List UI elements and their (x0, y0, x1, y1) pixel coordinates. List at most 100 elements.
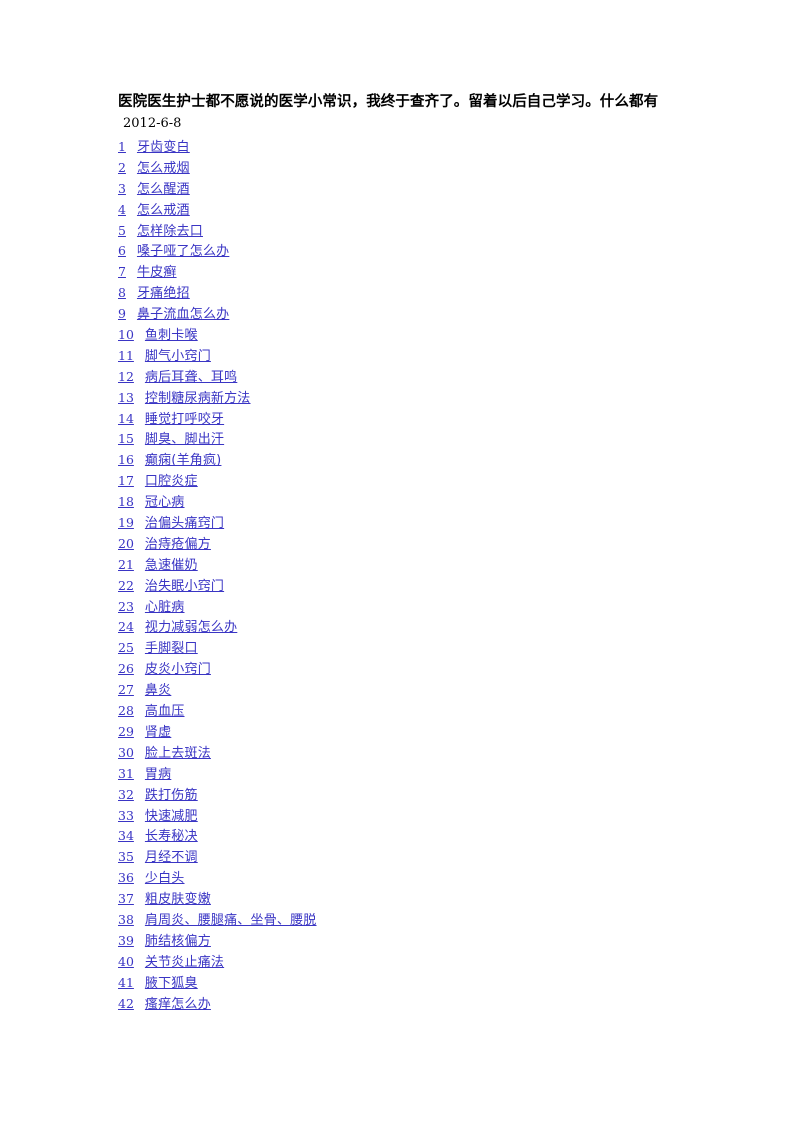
list-item: 12 病后耳聋、耳鸣 (118, 366, 683, 387)
list-item: 36 少白头 (118, 867, 683, 888)
toc-item-number: 18 (118, 494, 134, 510)
toc-link-34[interactable]: 34 长寿秘决 (118, 826, 198, 845)
list-item: 15 脚臭、脚出汗 (118, 428, 683, 449)
toc-link-37[interactable]: 37 粗皮肤变嫩 (118, 889, 211, 908)
document-content: 医院医生护士都不愿说的医学小常识，我终于查齐了。留着以后自己学习。什么都有201… (118, 92, 683, 1013)
toc-link-5[interactable]: 5 怎样除去口 (118, 221, 203, 240)
toc-item-label: 怎么醒酒 (136, 181, 190, 197)
toc-link-12[interactable]: 12 病后耳聋、耳鸣 (118, 367, 237, 386)
toc-item-number: 26 (118, 661, 134, 677)
toc-link-22[interactable]: 22 治失眠小窍门 (118, 576, 224, 595)
toc-link-39[interactable]: 39 肺结核偏方 (118, 931, 211, 950)
toc-item-label: 高血压 (144, 704, 185, 720)
toc-item-number: 10 (118, 327, 134, 343)
toc-item-number: 1 (118, 139, 126, 154)
list-item: 7 牛皮癣 (118, 261, 683, 282)
toc-link-27[interactable]: 27 鼻炎 (118, 680, 171, 699)
list-item: 38 肩周炎、腰腿痛、坐骨、腰脱 (118, 909, 683, 930)
toc-link-21[interactable]: 21 急速催奶 (118, 555, 198, 574)
list-item: 2 怎么戒烟 (118, 157, 683, 178)
list-item: 21 急速催奶 (118, 554, 683, 575)
list-item: 13 控制糖尿病新方法 (118, 387, 683, 408)
toc-item-number: 2 (118, 159, 126, 175)
table-of-contents: 1 牙齿变白 2 怎么戒烟 3 怎么醒酒 4 怎么戒酒 5 怎样除去口 6 嗓子哑了怎么办 7 牛皮癣 8 牙… (118, 136, 683, 1013)
publish-date: 2012-6-8 (123, 116, 182, 131)
toc-link-9[interactable]: 9 鼻子流血怎么办 (118, 304, 229, 323)
list-item: 17 口腔炎症 (118, 470, 683, 491)
toc-link-14[interactable]: 14 睡觉打呼咬牙 (118, 409, 224, 428)
toc-item-label: 胃病 (144, 766, 172, 782)
list-item: 18 冠心病 (118, 491, 683, 512)
toc-item-label: 皮炎小窍门 (144, 662, 211, 678)
toc-item-label: 肩周炎、腰腿痛、坐骨、腰脱 (144, 912, 317, 928)
toc-link-29[interactable]: 29 肾虚 (118, 722, 171, 741)
toc-link-4[interactable]: 4 怎么戒酒 (118, 200, 190, 219)
toc-item-number: 23 (118, 598, 134, 614)
list-item: 24 视力减弱怎么办 (118, 616, 683, 637)
toc-link-42[interactable]: 42 瘙痒怎么办 (118, 994, 211, 1013)
list-item: 42 瘙痒怎么办 (118, 993, 683, 1014)
toc-link-38[interactable]: 38 肩周炎、腰腿痛、坐骨、腰脱 (118, 910, 317, 929)
toc-link-2[interactable]: 2 怎么戒烟 (118, 158, 190, 177)
toc-item-label: 脚臭、脚出汗 (144, 432, 225, 448)
list-item: 11 脚气小窍门 (118, 345, 683, 366)
toc-link-6[interactable]: 6 嗓子哑了怎么办 (118, 241, 229, 260)
toc-item-number: 20 (118, 535, 134, 551)
toc-link-30[interactable]: 30 脸上去斑法 (118, 743, 211, 762)
toc-link-17[interactable]: 17 口腔炎症 (118, 471, 198, 490)
toc-item-label: 腋下狐臭 (144, 975, 198, 991)
toc-link-35[interactable]: 35 月经不调 (118, 847, 198, 866)
toc-item-label: 牛皮癣 (136, 265, 177, 281)
toc-link-20[interactable]: 20 治痔疮偏方 (118, 534, 211, 553)
list-item: 39 肺结核偏方 (118, 930, 683, 951)
page-title-text: 医院医生护士都不愿说的医学小常识，我终于查齐了。留着以后自己学习。什么都有 (118, 94, 659, 110)
list-item: 35 月经不调 (118, 846, 683, 867)
toc-link-33[interactable]: 33 快速减肥 (118, 806, 198, 825)
toc-item-label: 治痔疮偏方 (144, 536, 211, 552)
toc-link-31[interactable]: 31 胃病 (118, 764, 171, 783)
list-item: 25 手脚裂口 (118, 637, 683, 658)
toc-link-26[interactable]: 26 皮炎小窍门 (118, 659, 211, 678)
toc-link-23[interactable]: 23 心脏病 (118, 597, 185, 616)
toc-link-8[interactable]: 8 牙痛绝招 (118, 283, 190, 302)
toc-item-number: 24 (118, 619, 134, 635)
toc-item-number: 28 (118, 703, 134, 719)
toc-item-number: 34 (118, 828, 134, 844)
toc-link-16[interactable]: 16 癫痫(羊角疯) (118, 450, 221, 469)
toc-link-32[interactable]: 32 跌打伤筋 (118, 785, 198, 804)
toc-link-13[interactable]: 13 控制糖尿病新方法 (118, 388, 251, 407)
toc-link-40[interactable]: 40 关节炎止痛法 (118, 952, 224, 971)
toc-item-label: 治偏头痛窍门 (144, 516, 225, 532)
toc-item-label: 牙痛绝招 (136, 286, 190, 302)
toc-item-number: 8 (118, 285, 126, 301)
toc-item-label: 口腔炎症 (144, 474, 198, 490)
toc-link-25[interactable]: 25 手脚裂口 (118, 638, 198, 657)
toc-item-number: 30 (118, 744, 134, 760)
toc-item-label: 视力减弱怎么办 (144, 620, 238, 636)
toc-link-3[interactable]: 3 怎么醒酒 (118, 179, 190, 198)
toc-item-number: 11 (118, 347, 134, 363)
toc-item-label: 睡觉打呼咬牙 (144, 411, 225, 427)
toc-link-11[interactable]: 11 脚气小窍门 (118, 346, 211, 365)
toc-link-28[interactable]: 28 高血压 (118, 701, 185, 720)
toc-link-7[interactable]: 7 牛皮癣 (118, 262, 177, 281)
toc-link-36[interactable]: 36 少白头 (118, 868, 185, 887)
toc-item-number: 22 (118, 577, 134, 593)
toc-item-number: 14 (118, 410, 134, 426)
toc-item-label: 长寿秘决 (144, 829, 198, 845)
toc-link-10[interactable]: 10 鱼刺卡喉 (118, 325, 198, 344)
toc-item-number: 25 (118, 640, 134, 656)
toc-item-number: 36 (118, 870, 134, 886)
toc-link-24[interactable]: 24 视力减弱怎么办 (118, 617, 237, 636)
list-item: 26 皮炎小窍门 (118, 658, 683, 679)
toc-link-41[interactable]: 41 腋下狐臭 (118, 973, 198, 992)
toc-item-number: 35 (118, 849, 134, 865)
toc-link-15[interactable]: 15 脚臭、脚出汗 (118, 429, 224, 448)
toc-item-number: 4 (118, 201, 126, 217)
toc-item-label: 关节炎止痛法 (144, 954, 225, 970)
toc-link-18[interactable]: 18 冠心病 (118, 492, 185, 511)
toc-item-number: 27 (118, 682, 134, 698)
toc-item-label: 肾虚 (144, 724, 172, 740)
toc-link-19[interactable]: 19 治偏头痛窍门 (118, 513, 224, 532)
toc-link-1[interactable]: 1 牙齿变白 (118, 137, 190, 156)
